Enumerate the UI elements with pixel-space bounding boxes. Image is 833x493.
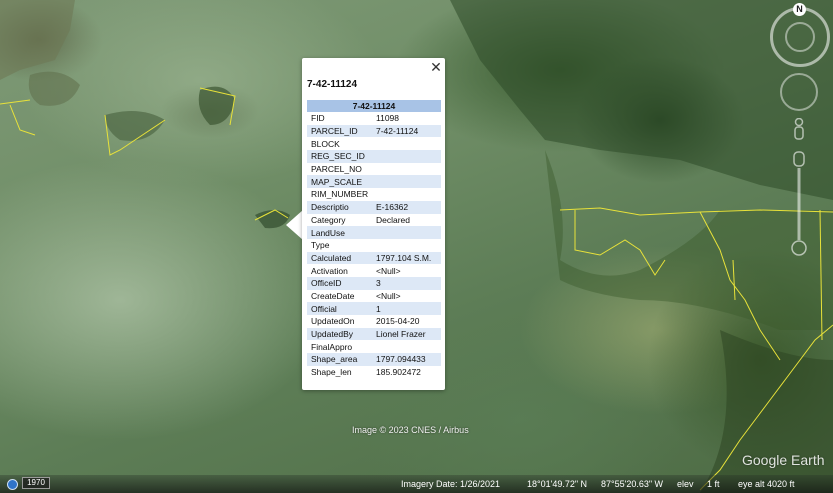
attribute-value xyxy=(372,163,441,176)
attribute-value: 2015-04-20 xyxy=(376,316,420,327)
popup-title: 7-42-11124 xyxy=(307,79,358,90)
attribute-value: E-16362 xyxy=(372,200,441,214)
attribute-row: LandUse xyxy=(307,226,441,239)
attribute-key: CreateDate xyxy=(311,290,355,301)
attribute-value: 3 xyxy=(372,276,441,290)
attribute-value xyxy=(372,137,441,150)
attribute-row: Activation <Null> xyxy=(307,264,441,277)
attribute-value: 7-42-11124 xyxy=(372,124,441,138)
attribute-value xyxy=(372,226,441,239)
attribute-key: OfficeID xyxy=(307,276,372,290)
table-header: 7-42-11124 xyxy=(307,100,441,112)
attribute-key: BLOCK xyxy=(311,138,340,149)
attribute-value: 11098 xyxy=(376,113,400,124)
attribute-row: Category Declared xyxy=(307,214,441,227)
imagery-date: Imagery Date: 1/26/2021 xyxy=(401,479,501,489)
attribute-key: Type xyxy=(311,240,330,251)
popup-pointer xyxy=(286,210,303,240)
imagery-copyright: Image © 2023 CNES / Airbus xyxy=(352,425,469,435)
attribute-row: REG_SEC_ID xyxy=(307,150,441,163)
latitude-readout: 18°01'49.72" N xyxy=(527,479,588,489)
attribute-key: MAP_SCALE xyxy=(307,175,372,189)
longitude-readout: 87°55'20.63" W xyxy=(601,479,664,489)
attribute-row: Shape_area 1797.094433 xyxy=(307,353,441,366)
attribute-value: <Null> xyxy=(376,265,401,276)
attribute-key: Shape_area xyxy=(307,353,372,366)
elevation-value: 1 ft xyxy=(707,479,720,489)
attribute-value: Declared xyxy=(376,214,411,225)
attribute-row: CreateDate <Null> xyxy=(307,290,441,303)
attribute-value: 1 xyxy=(372,302,441,315)
attribute-row: Calculated 1797.104 S.M. xyxy=(307,251,441,265)
attribute-value: 185.902472 xyxy=(376,367,421,378)
eye-altitude: eye alt 4020 ft xyxy=(738,479,795,489)
attribute-row: UpdatedBy Lionel Frazer xyxy=(307,327,441,341)
attribute-key: Shape_len xyxy=(311,367,352,378)
attribute-value: 1797.104 S.M. xyxy=(372,251,441,265)
attribute-value: <Null> xyxy=(376,290,401,301)
historical-imagery-button[interactable]: 1970 xyxy=(22,477,50,489)
attribute-key: UpdatedBy xyxy=(307,327,372,341)
attribute-value: 1797.094433 xyxy=(372,353,441,366)
attribute-key: Official xyxy=(307,302,372,315)
status-bar: Imagery Date: 1/26/2021 18°01'49.72" N 8… xyxy=(0,475,833,493)
attribute-row: Official 1 xyxy=(307,302,441,315)
compass-inner-ring[interactable] xyxy=(785,22,815,52)
attribute-key: Calculated xyxy=(307,251,372,265)
attribute-row: PARCEL_ID 7-42-11124 xyxy=(307,124,441,138)
globe-icon[interactable] xyxy=(7,479,18,490)
close-icon[interactable]: ✕ xyxy=(429,60,443,74)
attribute-row: OfficeID 3 xyxy=(307,276,441,290)
attribute-value xyxy=(372,340,441,353)
google-earth-logo: Google Earth xyxy=(742,452,825,468)
attribute-row: BLOCK xyxy=(307,137,441,150)
attribute-row: FID 11098 xyxy=(307,112,441,125)
attribute-row: FinalAppro xyxy=(307,340,441,353)
attribute-key: PARCEL_ID xyxy=(307,124,372,138)
street-view-pegman-icon[interactable] xyxy=(792,118,806,144)
attribute-row: Type xyxy=(307,239,441,252)
elevation-label: elev xyxy=(677,479,694,489)
attribute-row: MAP_SCALE xyxy=(307,175,441,189)
attribute-value xyxy=(372,239,441,252)
attribute-table: 7-42-11124 FID 11098 PARCEL_ID 7-42-11124 BL… xyxy=(307,100,441,378)
attribute-key: LandUse xyxy=(307,226,372,239)
attribute-key: Descriptio xyxy=(307,200,372,214)
attribute-value xyxy=(372,175,441,189)
attribute-row: UpdatedOn 2015-04-20 xyxy=(307,315,441,328)
attribute-value: Lionel Frazer xyxy=(372,327,441,341)
attribute-key: REG_SEC_ID xyxy=(307,150,372,163)
attribute-key: Activation xyxy=(311,265,348,276)
zoom-slider-icon[interactable] xyxy=(791,150,807,258)
attribute-value xyxy=(372,150,441,163)
attribute-row: PARCEL_NO xyxy=(307,163,441,176)
attribute-key: FinalAppro xyxy=(311,341,353,352)
attribute-key: RIM_NUMBER xyxy=(311,189,369,200)
attribute-row: RIM_NUMBER xyxy=(307,188,441,201)
attribute-key: Category xyxy=(311,214,346,225)
attribute-key: FID xyxy=(311,113,325,124)
attribute-row: Shape_len 185.902472 xyxy=(307,366,441,379)
parcel-info-popup: ✕ 7-42-11124 7-42-11124 FID 11098 PARCEL_I… xyxy=(302,58,445,390)
look-joystick-icon[interactable] xyxy=(780,73,818,111)
attribute-value xyxy=(372,188,441,201)
attribute-row: Descriptio E-16362 xyxy=(307,200,441,214)
attribute-key: UpdatedOn xyxy=(311,316,355,327)
north-indicator[interactable]: N xyxy=(793,3,806,16)
attribute-key: PARCEL_NO xyxy=(311,164,362,175)
